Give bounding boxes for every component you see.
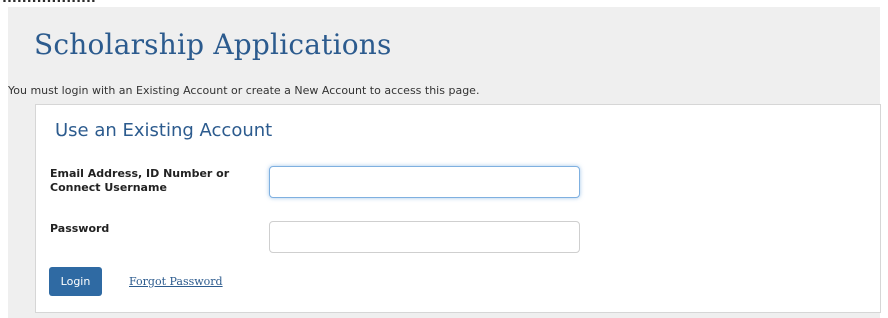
login-button[interactable]: Login — [49, 267, 102, 296]
clipped-header-fragment: ................... — [2, 0, 96, 6]
forgot-password-link[interactable]: Forgot Password — [129, 275, 223, 289]
email-field[interactable] — [269, 166, 580, 198]
clipped-header-text: ................... — [0, 0, 260, 7]
page-title: Scholarship Applications — [34, 28, 392, 61]
existing-account-card: Use an Existing Account Email Address, I… — [35, 104, 881, 313]
email-field-label: Email Address, ID Number or Connect User… — [50, 167, 230, 194]
card-title: Use an Existing Account — [55, 120, 273, 141]
login-notice: You must login with an Existing Account … — [8, 84, 480, 97]
password-field[interactable] — [269, 221, 580, 253]
password-field-label: Password — [50, 222, 110, 235]
page-panel: Scholarship Applications You must login … — [8, 7, 881, 318]
